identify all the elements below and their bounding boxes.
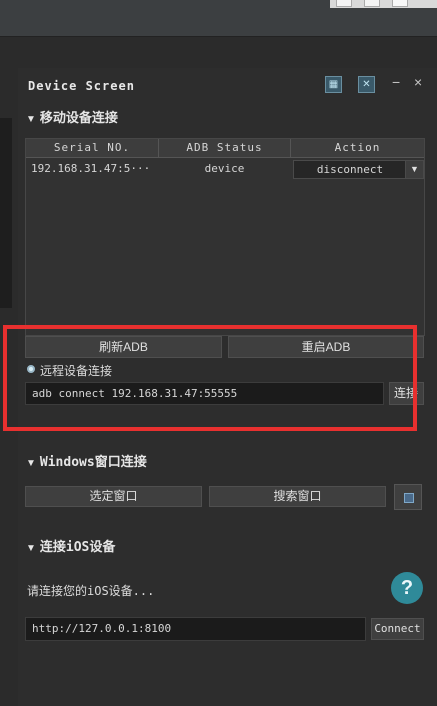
collapse-triangle-icon: ▼ [26, 114, 36, 125]
window-picker-icon [404, 493, 414, 503]
window-maximize-button[interactable] [364, 0, 380, 7]
row-action-value: disconnect [316, 163, 384, 176]
row-serial-cell[interactable]: 192.168.31.47:5··· [31, 161, 156, 177]
column-header-adb-status[interactable]: ADB Status [159, 139, 291, 158]
mobile-section-header[interactable]: ▼ 移动设备连接 [26, 107, 118, 126]
search-window-button[interactable]: 搜索窗口 [209, 486, 386, 507]
ios-connect-button[interactable]: Connect [371, 618, 424, 640]
mobile-section-title: 移动设备连接 [39, 110, 118, 125]
select-window-button[interactable]: 选定窗口 [25, 486, 202, 507]
close-panel-button[interactable]: × [414, 74, 422, 90]
row-status-cell: device [204, 162, 245, 175]
window-controls-strip [330, 0, 437, 8]
device-table: Serial NO. ADB Status Action 192.168.31.… [25, 138, 425, 336]
window-picker-button[interactable] [394, 484, 422, 510]
collapse-triangle-icon: ▼ [26, 458, 36, 469]
panel-title: Device Screen [28, 79, 135, 93]
toolbar-separator [0, 36, 437, 37]
device-layout-icon[interactable]: ▦ [325, 76, 342, 93]
window-close-button[interactable] [392, 0, 408, 7]
windows-section-title: Windows窗口连接 [39, 455, 147, 470]
minimize-panel-button[interactable]: − [392, 74, 400, 90]
highlight-annotation-box [3, 325, 417, 431]
row-action-select[interactable]: disconnect ▼ [293, 160, 424, 179]
ios-connect-prompt: 请连接您的iOS设备... [27, 584, 155, 598]
collapse-triangle-icon: ▼ [26, 543, 36, 554]
chevron-down-icon[interactable]: ▼ [405, 161, 423, 178]
ios-url-input[interactable]: http://127.0.0.1:8100 [25, 617, 366, 641]
window-minimize-button[interactable] [336, 0, 352, 7]
help-icon[interactable]: ? [391, 572, 423, 604]
ios-section-header[interactable]: ▼ 连接iOS设备 [26, 536, 115, 555]
ios-section-title: 连接iOS设备 [39, 540, 116, 555]
left-adjacent-panel [0, 118, 12, 308]
column-header-action[interactable]: Action [291, 139, 424, 158]
column-header-serial[interactable]: Serial NO. [26, 139, 159, 158]
windows-section-header[interactable]: ▼ Windows窗口连接 [26, 451, 147, 470]
tools-icon[interactable]: ✕ [358, 76, 375, 93]
